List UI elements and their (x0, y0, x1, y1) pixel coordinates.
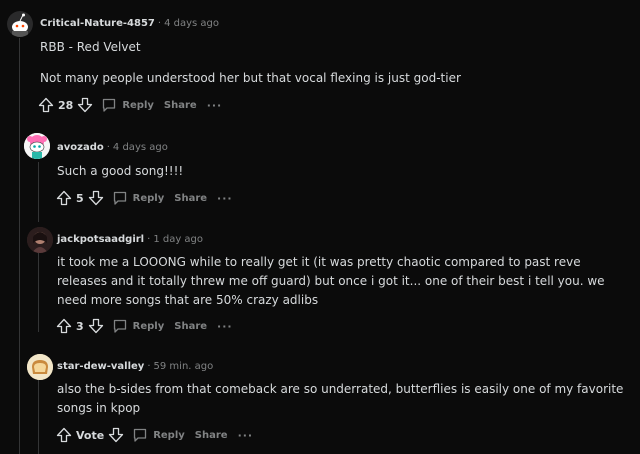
comment-meta: star-dew-valley · 59 min. ago (57, 361, 213, 372)
vote-group: 28 (38, 97, 93, 113)
more-options-icon[interactable]: ··· (238, 429, 254, 442)
author-name[interactable]: jackpotsaadgirl (57, 234, 144, 245)
comment-body: RBB - Red Velvet Not many people underst… (40, 38, 620, 88)
comment-actions: 5 Reply Share ··· (56, 190, 233, 206)
comment-body: Such a good song!!!! (57, 162, 617, 181)
thread-line-root[interactable] (19, 38, 20, 454)
avatar[interactable] (27, 227, 53, 253)
comment-line: also the b-sides from that comeback are … (57, 382, 624, 415)
vote-count: 3 (76, 319, 84, 333)
downvote-icon[interactable] (77, 97, 93, 113)
vote-group: 5 (56, 190, 104, 206)
timestamp[interactable]: 4 days ago (113, 142, 168, 153)
upvote-icon[interactable] (56, 318, 72, 334)
comment-actions: 28 Reply Share ··· (38, 97, 222, 113)
comment-body: also the b-sides from that comeback are … (57, 380, 627, 418)
bread-avatar-icon (27, 354, 53, 380)
downvote-icon[interactable] (88, 318, 104, 334)
reply-button[interactable]: Reply (101, 97, 154, 113)
timestamp[interactable]: 1 day ago (153, 234, 203, 245)
author-name[interactable]: avozado (57, 142, 104, 153)
thread-line-reply-1[interactable] (38, 162, 39, 222)
comment-bubble-icon (112, 318, 128, 334)
separator-dot: · (106, 142, 110, 153)
comment-line: Not many people understood her but that … (40, 71, 461, 85)
reply-button[interactable]: Reply (112, 190, 165, 206)
comment-actions: 3 Reply Share ··· (56, 318, 233, 334)
reply-label: Reply (132, 192, 165, 204)
comment-bubble-icon (112, 190, 128, 206)
avatar[interactable] (27, 354, 53, 380)
comment-bubble-icon (132, 427, 148, 443)
reply-button[interactable]: Reply (132, 427, 185, 443)
thread-line-reply-2[interactable] (38, 252, 39, 332)
upvote-icon[interactable] (56, 427, 72, 443)
comment-line: Such a good song!!!! (57, 164, 184, 178)
thread-line-reply-3[interactable] (38, 380, 39, 454)
downvote-icon[interactable] (88, 190, 104, 206)
share-button[interactable]: Share (174, 321, 207, 332)
profile-photo-avatar-icon (27, 227, 53, 253)
separator-dot: · (157, 18, 162, 29)
timestamp[interactable]: 59 min. ago (154, 361, 214, 372)
upvote-icon[interactable] (56, 190, 72, 206)
author-name[interactable]: star-dew-valley (57, 361, 144, 372)
more-options-icon[interactable]: ··· (217, 320, 233, 333)
comment-meta: jackpotsaadgirl · 1 day ago (57, 234, 203, 245)
comment-bubble-icon (101, 97, 117, 113)
vote-count: 28 (58, 98, 74, 112)
share-button[interactable]: Share (195, 430, 228, 441)
separator-dot: · (147, 361, 151, 372)
timestamp[interactable]: 4 days ago (164, 18, 219, 29)
reply-button[interactable]: Reply (112, 318, 165, 334)
avatar[interactable] (24, 133, 50, 159)
comment-actions: Vote Reply Share ··· (56, 427, 253, 443)
comment-line: RBB - Red Velvet (40, 40, 141, 54)
snoo-avatar-icon (7, 11, 33, 37)
reply-label: Reply (122, 99, 154, 111)
separator-dot: · (147, 234, 151, 245)
vote-group: 3 (56, 318, 104, 334)
share-button[interactable]: Share (164, 100, 197, 111)
comment-body: it took me a LOOONG while to really get … (57, 253, 627, 310)
comment-meta: Critical-Nature-4857 · 4 days ago (40, 18, 219, 29)
pink-snoo-avatar-icon (24, 133, 50, 159)
comment-line: it took me a LOOONG while to really get … (57, 255, 605, 307)
share-button[interactable]: Share (174, 193, 207, 204)
more-options-icon[interactable]: ··· (217, 192, 233, 205)
vote-count: 5 (76, 191, 84, 205)
more-options-icon[interactable]: ··· (207, 99, 223, 112)
avatar[interactable] (7, 11, 33, 37)
downvote-icon[interactable] (108, 427, 124, 443)
reply-label: Reply (153, 429, 185, 441)
author-name[interactable]: Critical-Nature-4857 (40, 18, 155, 29)
vote-count: Vote (76, 428, 105, 442)
reply-label: Reply (132, 320, 165, 332)
comment-meta: avozado · 4 days ago (57, 142, 168, 153)
upvote-icon[interactable] (38, 97, 54, 113)
vote-group: Vote (56, 427, 124, 443)
